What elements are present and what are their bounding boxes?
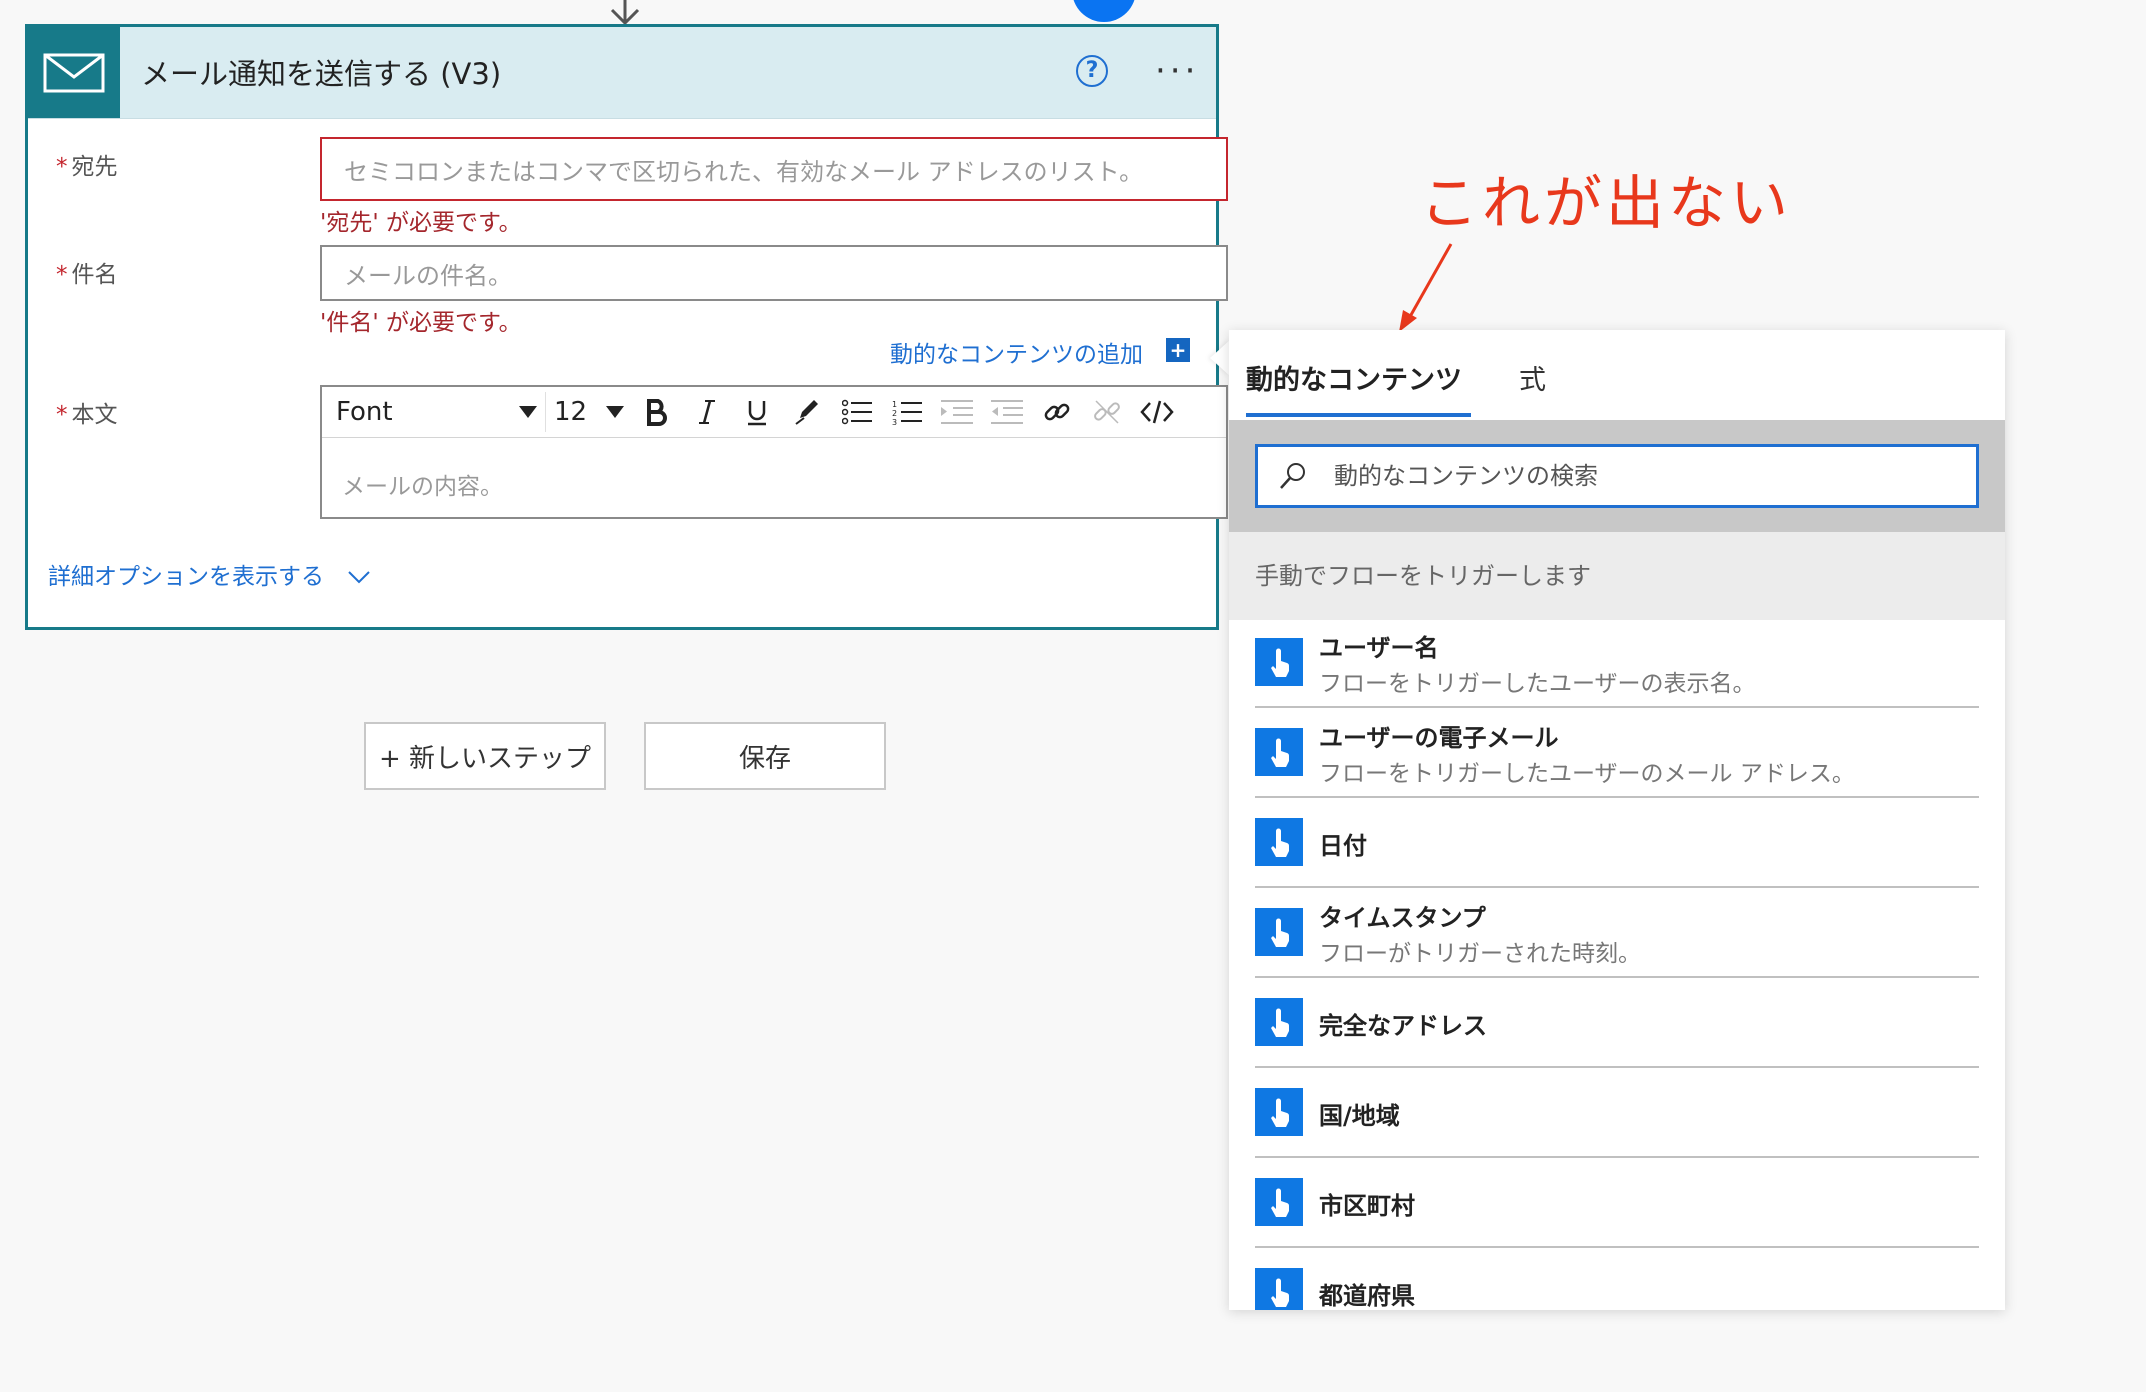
unlink-icon[interactable] — [1082, 392, 1132, 432]
panel-caret — [1210, 340, 1230, 376]
font-select[interactable]: Font — [328, 392, 546, 432]
numbered-list-icon[interactable]: 123 — [882, 392, 932, 432]
dropdown-caret-icon — [519, 406, 537, 418]
highlight-icon[interactable] — [782, 392, 832, 432]
outdent-icon[interactable] — [932, 392, 982, 432]
add-dynamic-content-link[interactable]: 動的なコンテンツの追加 — [890, 335, 1143, 369]
list-item[interactable]: 国/地域 — [1255, 1070, 1979, 1158]
svg-text:2: 2 — [892, 409, 897, 418]
required-mark: * — [56, 402, 68, 428]
required-mark: * — [56, 154, 68, 180]
help-icon[interactable]: ? — [1076, 55, 1108, 87]
trigger-hand-icon — [1255, 998, 1303, 1046]
add-dynamic-content-icon[interactable]: + — [1166, 338, 1190, 362]
list-item[interactable]: タイムスタンプ フローがトリガーされた時刻。 — [1255, 890, 1979, 978]
list-item[interactable]: ユーザー名 フローをトリガーしたユーザーの表示名。 — [1255, 620, 1979, 708]
to-input[interactable]: セミコロンまたはコンマで区切られた、有効なメール アドレスのリスト。 — [320, 137, 1228, 201]
search-icon — [1280, 463, 1305, 489]
subject-label: * 件名 — [56, 262, 118, 288]
tab-dynamic-content[interactable]: 動的なコンテンツ — [1246, 358, 1462, 397]
body-editor[interactable]: Font 12 123 メールの内容。 — [320, 385, 1228, 519]
card-title: メール通知を送信する (V3) — [141, 57, 502, 91]
save-button[interactable]: 保存 — [644, 722, 886, 790]
trigger-hand-icon — [1255, 818, 1303, 866]
dropdown-caret-icon — [606, 406, 624, 418]
subject-error: '件名' が必要です。 — [320, 310, 522, 336]
connector-arrow-icon — [610, 0, 640, 26]
tab-expression[interactable]: 式 — [1519, 358, 1546, 397]
list-item[interactable]: 都道府県 — [1255, 1250, 1979, 1310]
subject-input[interactable]: メールの件名。 — [320, 245, 1228, 301]
show-advanced-options-link[interactable]: 詳細オプションを表示する — [48, 557, 371, 591]
trigger-hand-icon — [1255, 1088, 1303, 1136]
chevron-down-icon — [348, 571, 371, 584]
search-box[interactable] — [1255, 444, 1979, 508]
font-size-select[interactable]: 12 — [546, 392, 632, 432]
editor-toolbar: Font 12 123 — [322, 387, 1226, 438]
card-header[interactable]: メール通知を送信する (V3) ? ··· — [28, 27, 1216, 119]
search-area — [1229, 420, 2005, 532]
body-label: * 本文 — [56, 402, 118, 428]
new-step-button[interactable]: + 新しいステップ — [364, 722, 606, 790]
list-item[interactable]: ユーザーの電子メール フローをトリガーしたユーザーのメール アドレス。 — [1255, 710, 1979, 798]
more-options-icon[interactable]: ··· — [1155, 51, 1199, 91]
list-item[interactable]: 日付 — [1255, 800, 1979, 888]
link-icon[interactable] — [1032, 392, 1082, 432]
required-mark: * — [56, 262, 68, 288]
underline-icon[interactable] — [732, 392, 782, 432]
to-placeholder: セミコロンまたはコンマで区切られた、有効なメール アドレスのリスト。 — [344, 157, 1144, 186]
bold-icon[interactable] — [632, 392, 682, 432]
dynamic-content-panel: 動的なコンテンツ 式 手動でフローをトリガーします ユーザー名 フローをトリガー… — [1229, 330, 2005, 1310]
to-error: '宛先' が必要です。 — [320, 210, 522, 236]
body-placeholder: メールの内容。 — [342, 474, 503, 500]
group-header[interactable]: 手動でフローをトリガーします — [1229, 532, 2005, 620]
trigger-hand-icon — [1255, 638, 1303, 686]
bullet-list-icon[interactable] — [832, 392, 882, 432]
trigger-hand-icon — [1255, 908, 1303, 956]
svg-text:3: 3 — [892, 418, 897, 425]
list-item[interactable]: 完全なアドレス — [1255, 980, 1979, 1068]
dynamic-content-list: ユーザー名 フローをトリガーしたユーザーの表示名。 ユーザーの電子メール フロー… — [1255, 620, 1979, 1310]
send-email-action-card: メール通知を送信する (V3) ? ··· * 宛先 セミコロンまたはコンマで区切… — [25, 24, 1228, 630]
list-item[interactable]: 市区町村 — [1255, 1160, 1979, 1248]
trigger-hand-icon — [1255, 728, 1303, 776]
mail-icon — [28, 27, 120, 118]
italic-icon[interactable] — [682, 392, 732, 432]
active-tab-indicator — [1246, 413, 1471, 417]
annotation-arrow-icon — [1399, 243, 1453, 332]
annotation-text: これが出ない — [1420, 169, 1793, 237]
code-view-icon[interactable] — [1132, 392, 1182, 432]
search-input[interactable] — [1332, 461, 1936, 491]
new-step-dot[interactable] — [1072, 0, 1136, 22]
subject-placeholder: メールの件名。 — [344, 261, 512, 290]
trigger-hand-icon — [1255, 1268, 1303, 1310]
indent-icon[interactable] — [982, 392, 1032, 432]
trigger-hand-icon — [1255, 1178, 1303, 1226]
svg-text:1: 1 — [892, 400, 897, 409]
to-label: * 宛先 — [56, 154, 118, 180]
